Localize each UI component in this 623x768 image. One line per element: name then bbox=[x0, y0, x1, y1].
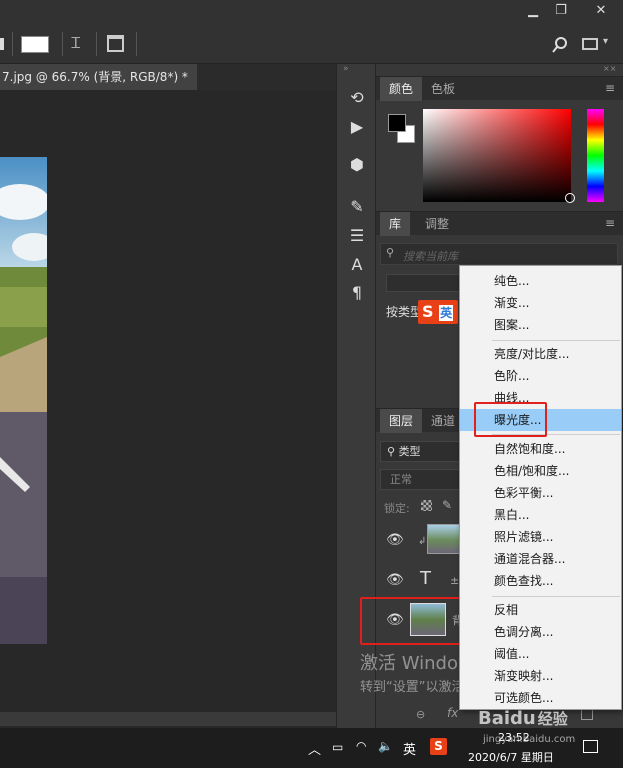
character-icon[interactable]: A bbox=[346, 254, 368, 276]
tab-channels[interactable]: 通道 bbox=[422, 409, 464, 433]
document-tab-label: 7.jpg @ 66.7% (背景, RGB/8*) * bbox=[2, 70, 188, 84]
lock-brush-icon[interactable]: ✎ bbox=[442, 498, 452, 512]
show-hidden-icons-icon[interactable]: ︿ bbox=[308, 739, 321, 758]
paragraph-icon[interactable]: ¶ bbox=[346, 282, 368, 304]
panels-icon[interactable] bbox=[107, 35, 124, 52]
adjust-sliders-icon[interactable]: ☰ bbox=[346, 225, 368, 247]
sogou-ime-icon: S 英 bbox=[418, 300, 458, 324]
annotation-red-box-layer bbox=[360, 597, 461, 645]
baidu-brand: Baidu bbox=[478, 708, 536, 729]
menu-item-solid-color[interactable]: 纯色... bbox=[460, 270, 621, 292]
canvas-image[interactable] bbox=[0, 157, 47, 644]
panel-menu-icon[interactable]: ≡ bbox=[603, 81, 617, 95]
history-icon[interactable]: ⟲ bbox=[346, 87, 368, 109]
wifi-icon[interactable]: ◠ bbox=[356, 739, 366, 753]
eye-icon[interactable]: 👁 bbox=[386, 532, 404, 548]
ime-mode[interactable]: 英 bbox=[403, 739, 416, 758]
menu-item-gradient[interactable]: 渐变... bbox=[460, 292, 621, 314]
color-picker-field[interactable] bbox=[423, 109, 571, 202]
layer-kind-label: 类型 bbox=[398, 445, 421, 458]
sogou-tray-icon[interactable]: S bbox=[430, 738, 447, 755]
text-warp-icon[interactable]: Ꮖ bbox=[66, 34, 86, 54]
color-panel-header: 颜色 色板 ≡ bbox=[376, 76, 623, 101]
layer-kind-filter[interactable]: ⚲ 类型 bbox=[380, 441, 460, 462]
brush-icon[interactable]: ✎ bbox=[346, 196, 368, 218]
tab-swatches[interactable]: 色板 bbox=[422, 77, 464, 101]
panel-menu-icon[interactable]: ≡ bbox=[603, 216, 617, 230]
hue-slider[interactable] bbox=[587, 109, 604, 202]
foreground-color-swatch[interactable] bbox=[388, 114, 406, 132]
blend-mode-select[interactable]: 正常 bbox=[380, 469, 460, 490]
menu-item-channel-mixer[interactable]: 通道混合器... bbox=[460, 548, 621, 570]
title-bar: ▁ ❐ ✕ bbox=[0, 0, 623, 24]
baidu-url: jingyan.baidu.com bbox=[483, 734, 576, 745]
menu-item-threshold[interactable]: 阈值... bbox=[460, 643, 621, 665]
link-layers-icon[interactable]: ⊖ bbox=[416, 708, 425, 721]
horizontal-scrollbar[interactable] bbox=[0, 712, 336, 726]
layer-name-partial[interactable]: ± bbox=[450, 574, 459, 587]
collapse-arrows-icon[interactable]: » bbox=[343, 65, 369, 74]
menu-item-gradient-map[interactable]: 渐变映射... bbox=[460, 665, 621, 687]
text-layer-icon[interactable]: T bbox=[420, 568, 431, 589]
color-picker-handle[interactable] bbox=[565, 193, 575, 203]
menu-item-color-balance[interactable]: 色彩平衡... bbox=[460, 482, 621, 504]
library-panel-header: 库 调整 ≡ bbox=[376, 211, 623, 236]
menu-grip-icon[interactable] bbox=[0, 38, 4, 50]
search-icon: ⚲ bbox=[386, 246, 395, 259]
fx-icon[interactable]: fx bbox=[447, 706, 458, 720]
menu-item-pattern[interactable]: 图案... bbox=[460, 314, 621, 336]
canvas-area[interactable] bbox=[0, 90, 336, 712]
annotation-red-box-exposure bbox=[474, 402, 547, 437]
menu-item-black-white[interactable]: 黑白... bbox=[460, 504, 621, 526]
restore-button[interactable]: ❐ bbox=[544, 0, 578, 22]
menu-item-color-lookup[interactable]: 颜色查找... bbox=[460, 570, 621, 592]
search-icon: ⚲ bbox=[387, 445, 399, 458]
divider bbox=[12, 32, 13, 56]
menu-item-hue-saturation[interactable]: 色相/饱和度... bbox=[460, 460, 621, 482]
adjustment-layer-menu: 纯色... 渐变... 图案... 亮度/对比度... 色阶... 曲线... … bbox=[459, 265, 622, 710]
battery-icon[interactable]: ▭ bbox=[332, 740, 343, 754]
close-panel-icon[interactable]: ×× bbox=[603, 64, 616, 73]
tab-libraries[interactable]: 库 bbox=[380, 212, 411, 236]
search-placeholder: 搜索当前库 bbox=[403, 250, 458, 263]
eye-icon[interactable]: 👁 bbox=[386, 572, 404, 588]
menu-separator bbox=[492, 340, 620, 341]
options-bar: Ꮖ ▾ bbox=[0, 24, 623, 64]
document-tab[interactable]: 7.jpg @ 66.7% (背景, RGB/8*) * × bbox=[0, 64, 197, 110]
library-select[interactable] bbox=[386, 274, 460, 292]
filter-by-type-label: 按类型 bbox=[386, 305, 423, 319]
clip-arrow-icon: ↲ bbox=[418, 536, 427, 547]
workspace-icon[interactable] bbox=[582, 38, 598, 50]
menu-item-levels[interactable]: 色阶... bbox=[460, 365, 621, 387]
lock-transparent-icon[interactable] bbox=[421, 500, 432, 511]
menu-item-posterize[interactable]: 色调分离... bbox=[460, 621, 621, 643]
divider bbox=[136, 32, 137, 56]
menu-item-vibrance[interactable]: 自然饱和度... bbox=[460, 438, 621, 460]
close-button[interactable]: ✕ bbox=[579, 0, 623, 22]
notification-icon[interactable] bbox=[583, 740, 598, 753]
menu-item-invert[interactable]: 反相 bbox=[460, 599, 621, 621]
volume-icon[interactable]: 🔈 bbox=[378, 739, 393, 753]
chevron-down-icon[interactable]: ▾ bbox=[603, 36, 608, 47]
baidu-jingyan: 经验 bbox=[537, 710, 568, 728]
play-icon[interactable]: ▶ bbox=[346, 116, 368, 138]
search-icon[interactable] bbox=[552, 36, 569, 53]
tab-layers[interactable]: 图层 bbox=[380, 409, 423, 433]
menu-item-selective-color[interactable]: 可选颜色... bbox=[460, 687, 621, 709]
lock-label: 锁定: bbox=[384, 502, 410, 515]
3d-cube-icon[interactable]: ⬢ bbox=[346, 154, 368, 176]
tab-adjustments[interactable]: 调整 bbox=[416, 212, 458, 236]
divider bbox=[62, 32, 63, 56]
tab-color[interactable]: 颜色 bbox=[380, 77, 423, 101]
clock-date[interactable]: 2020/6/7 星期日 bbox=[468, 749, 554, 765]
layer-thumbnail[interactable] bbox=[427, 524, 460, 554]
library-search-input[interactable]: ⚲ 搜索当前库 bbox=[380, 243, 618, 265]
color-swatch[interactable] bbox=[21, 36, 49, 53]
baidu-logo: Baidu 经验 bbox=[478, 708, 568, 729]
menu-item-photo-filter[interactable]: 照片滤镜... bbox=[460, 526, 621, 548]
menu-item-brightness-contrast[interactable]: 亮度/对比度... bbox=[460, 343, 621, 365]
menu-separator bbox=[492, 596, 620, 597]
divider bbox=[96, 32, 97, 56]
